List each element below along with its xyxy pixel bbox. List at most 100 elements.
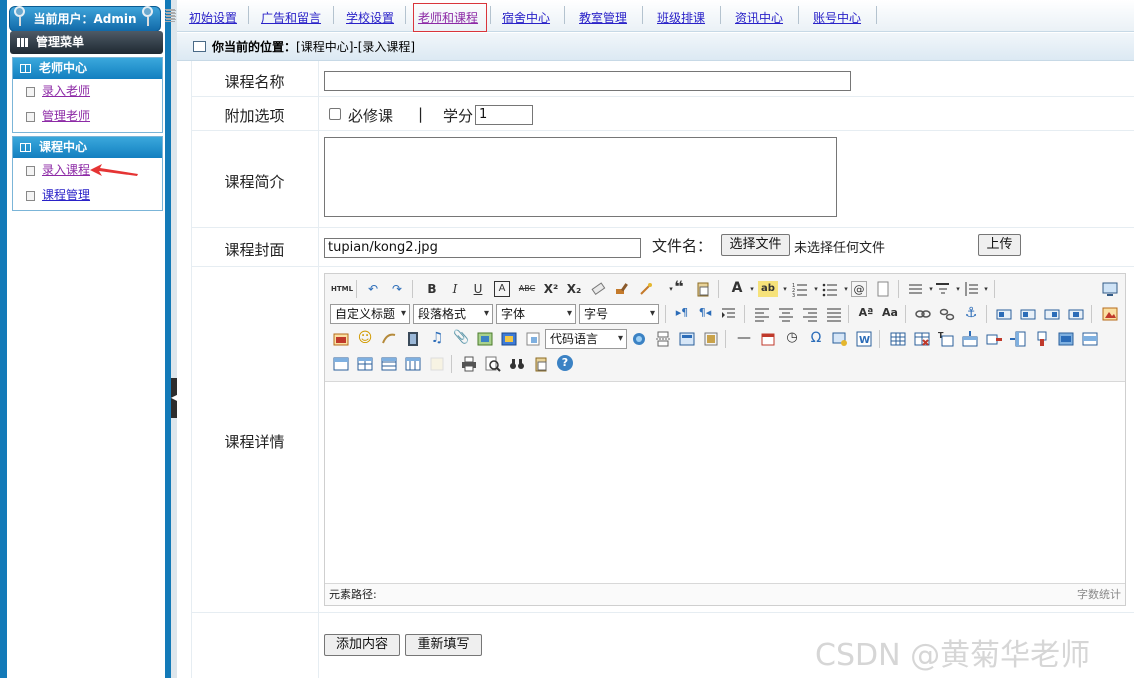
editor-content-area[interactable] bbox=[325, 383, 1125, 583]
split-to-rows-icon[interactable] bbox=[381, 356, 397, 372]
nav-item-school-settings[interactable]: 学校设置 bbox=[346, 9, 394, 27]
ordered-list-icon[interactable]: 123 bbox=[792, 281, 808, 297]
horizontal-rule-icon[interactable]: — bbox=[736, 330, 752, 346]
nav-item-dormitory[interactable]: 宿舍中心 bbox=[502, 9, 550, 27]
insert-table-icon[interactable] bbox=[890, 331, 906, 347]
dropdown-arrow-icon[interactable]: ▾ bbox=[777, 281, 793, 297]
row-spacing-top-icon[interactable] bbox=[908, 281, 924, 297]
sidebar-link-add-teacher[interactable]: 录入老师 bbox=[42, 84, 90, 98]
row-spacing-bottom-icon[interactable] bbox=[935, 281, 951, 297]
credit-input[interactable]: 1 bbox=[475, 105, 533, 125]
snapshot-icon[interactable] bbox=[832, 331, 848, 347]
delete-table-icon[interactable] bbox=[914, 331, 930, 347]
lowercase-icon[interactable]: Aa bbox=[882, 305, 898, 321]
page-break-icon[interactable] bbox=[655, 331, 671, 347]
undo-icon[interactable]: ↶ bbox=[365, 281, 381, 297]
multi-image-icon[interactable] bbox=[333, 331, 349, 347]
image-none-icon[interactable] bbox=[996, 306, 1012, 322]
format-brush-icon[interactable] bbox=[614, 281, 630, 297]
frame-icon[interactable] bbox=[525, 331, 541, 347]
anchor-icon[interactable]: ⚓ bbox=[963, 305, 979, 321]
underline-icon[interactable]: U bbox=[470, 281, 486, 297]
subscript-icon[interactable]: X₂ bbox=[566, 281, 582, 297]
google-map-icon[interactable] bbox=[501, 331, 517, 347]
nav-item-news[interactable]: 资讯中心 bbox=[735, 9, 783, 27]
code-language-select[interactable]: 代码语言 bbox=[545, 329, 627, 349]
paragraph-format-select[interactable]: 段落格式 bbox=[413, 304, 493, 324]
time-icon[interactable]: ◷ bbox=[784, 330, 800, 346]
merge-cells-icon[interactable] bbox=[1058, 331, 1074, 347]
emotion-icon[interactable]: ☺ bbox=[357, 330, 373, 346]
sidebar-item-add-course[interactable]: 录入课程 bbox=[13, 158, 162, 183]
line-height-icon[interactable] bbox=[963, 281, 979, 297]
date-icon[interactable] bbox=[760, 331, 776, 347]
nav-item-accounts[interactable]: 账号中心 bbox=[813, 9, 861, 27]
rtl-icon[interactable]: ¶◂ bbox=[697, 305, 713, 321]
nav-item-ads-messages[interactable]: 广告和留言 bbox=[261, 9, 321, 27]
font-family-select[interactable]: 字体 bbox=[496, 304, 576, 324]
redo-icon[interactable]: ↷ bbox=[389, 281, 405, 297]
sidebar-link-manage-teacher[interactable]: 管理老师 bbox=[42, 109, 90, 123]
font-border-icon[interactable]: A bbox=[494, 281, 510, 297]
reset-button[interactable]: 重新填写 bbox=[405, 634, 482, 656]
insert-image-icon[interactable] bbox=[1102, 306, 1118, 322]
insert-col-icon[interactable] bbox=[1010, 331, 1026, 347]
sidebar-link-manage-course[interactable]: 课程管理 bbox=[42, 188, 90, 202]
sidebar-group-title[interactable]: 课程中心 bbox=[13, 137, 162, 158]
map-icon[interactable] bbox=[477, 331, 493, 347]
help-icon[interactable]: ? bbox=[557, 355, 573, 371]
course-name-input[interactable] bbox=[324, 71, 851, 91]
image-left-icon[interactable] bbox=[1020, 306, 1036, 322]
merge-right-icon[interactable] bbox=[1082, 331, 1098, 347]
unordered-list-icon[interactable] bbox=[822, 281, 838, 297]
search-replace-icon[interactable] bbox=[509, 356, 525, 372]
chart-icon[interactable] bbox=[429, 356, 445, 372]
insert-paragraph-before-table-icon[interactable]: T bbox=[938, 331, 954, 347]
align-justify-icon[interactable] bbox=[826, 306, 842, 322]
eraser-icon[interactable] bbox=[590, 281, 606, 297]
blockquote-icon[interactable]: ❝ bbox=[671, 279, 687, 295]
highlight-color-icon[interactable]: ab bbox=[758, 281, 778, 297]
word-image-icon[interactable]: W bbox=[856, 331, 872, 347]
font-size-select[interactable]: 字号 bbox=[579, 304, 659, 324]
choose-file-button[interactable]: 选择文件 bbox=[721, 234, 790, 256]
sidebar-item-manage-teacher[interactable]: 管理老师 bbox=[13, 104, 162, 129]
uppercase-icon[interactable]: Aª bbox=[858, 305, 874, 321]
align-right-icon[interactable] bbox=[802, 306, 818, 322]
sidebar-item-add-teacher[interactable]: 录入老师 bbox=[13, 79, 162, 104]
nav-item-scheduling[interactable]: 班级排课 bbox=[657, 9, 705, 27]
upload-button[interactable]: 上传 bbox=[978, 234, 1021, 256]
nav-item-classroom[interactable]: 教室管理 bbox=[579, 9, 627, 27]
video-icon[interactable] bbox=[405, 331, 421, 347]
scrawl-icon[interactable] bbox=[381, 331, 397, 347]
web-page-icon[interactable] bbox=[631, 331, 647, 347]
split-to-cells-icon[interactable] bbox=[357, 356, 373, 372]
custom-title-select[interactable]: 自定义标题 bbox=[330, 304, 410, 324]
print-icon[interactable] bbox=[461, 356, 477, 372]
image-center-icon[interactable] bbox=[1068, 306, 1084, 322]
sidebar-link-add-course[interactable]: 录入课程 bbox=[42, 163, 90, 177]
nav-item-init-settings[interactable]: 初始设置 bbox=[189, 9, 237, 27]
nav-item-teachers-courses[interactable]: 老师和课程 bbox=[418, 9, 478, 27]
align-left-icon[interactable] bbox=[754, 306, 770, 322]
page-icon[interactable] bbox=[875, 281, 891, 297]
cover-input[interactable]: tupian/kong2.jpg bbox=[324, 238, 641, 258]
word-count-label[interactable]: 字数统计 bbox=[1077, 584, 1121, 606]
drafts-icon[interactable] bbox=[533, 356, 549, 372]
source-code-button[interactable]: HTML bbox=[331, 281, 353, 297]
indent-icon[interactable] bbox=[721, 306, 737, 322]
split-to-cols-icon[interactable] bbox=[405, 356, 421, 372]
align-center-icon[interactable] bbox=[778, 306, 794, 322]
dropdown-arrow-icon[interactable]: ▾ bbox=[978, 281, 994, 297]
merge-down-icon[interactable] bbox=[333, 356, 349, 372]
delete-row-icon[interactable] bbox=[986, 331, 1002, 347]
link-icon[interactable] bbox=[915, 306, 931, 322]
attachment-icon[interactable]: 📎 bbox=[453, 330, 469, 346]
delete-col-icon[interactable] bbox=[1034, 331, 1050, 347]
template-icon[interactable] bbox=[679, 331, 695, 347]
submit-button[interactable]: 添加内容 bbox=[324, 634, 400, 656]
strikethrough-icon[interactable]: ABC bbox=[517, 281, 537, 297]
image-right-icon[interactable] bbox=[1044, 306, 1060, 322]
paste-plain-icon[interactable] bbox=[695, 281, 711, 297]
sidebar-item-manage-course[interactable]: 课程管理 bbox=[13, 183, 162, 208]
